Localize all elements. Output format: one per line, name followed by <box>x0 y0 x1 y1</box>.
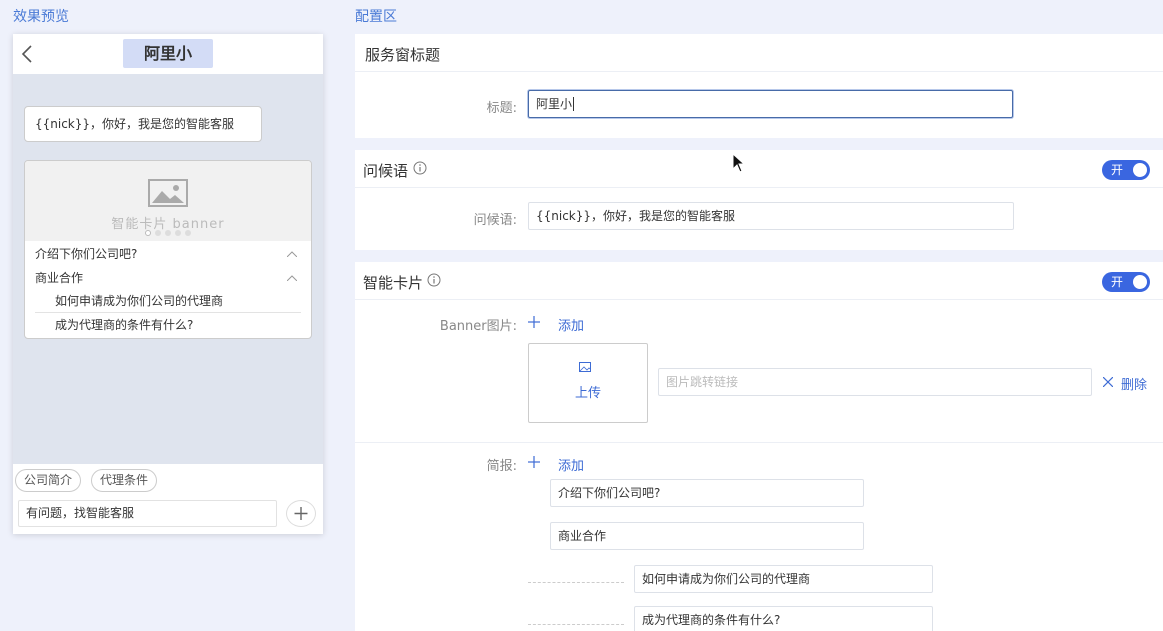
smart-card-toggle[interactable]: 开 <box>1102 272 1150 292</box>
image-link-input[interactable]: 图片跳转链接 <box>658 368 1092 396</box>
config-header: 配置区 <box>355 9 397 25</box>
back-arrow-icon[interactable] <box>19 44 37 64</box>
brief-sub-item-input[interactable]: 如何申请成为你们公司的代理商 <box>634 565 933 593</box>
carousel-dot[interactable] <box>175 230 181 236</box>
panel-title: 智能卡片 <box>363 274 424 292</box>
question-item[interactable]: 介绍下你们公司吧? <box>25 242 311 266</box>
close-icon[interactable] <box>1103 377 1113 387</box>
carousel-dot[interactable] <box>145 230 151 236</box>
brief-item-input[interactable]: 商业合作 <box>550 522 864 550</box>
chat-input[interactable]: 有问题，找智能客服 <box>18 500 277 527</box>
tree-connector <box>528 624 624 625</box>
carousel-dot[interactable] <box>185 230 191 236</box>
carousel-dot[interactable] <box>165 230 171 236</box>
title-input-value: 阿里小 <box>536 97 573 111</box>
toggle-label: 开 <box>1111 163 1124 177</box>
question-item[interactable]: 商业合作 <box>25 266 311 290</box>
mouse-cursor-icon <box>732 153 746 173</box>
quick-tag[interactable]: 代理条件 <box>91 469 158 492</box>
panel-header: 问候语 开 <box>355 150 1163 188</box>
plus-icon[interactable] <box>286 500 316 527</box>
upload-label: 上传 <box>574 386 601 401</box>
brief-item-input[interactable]: 介绍下你们公司吧? <box>550 479 864 507</box>
plus-icon[interactable] <box>528 316 540 328</box>
greeting-toggle[interactable]: 开 <box>1102 160 1150 180</box>
phone-title: 阿里小 <box>123 39 213 68</box>
brief-add-link[interactable]: 添加 <box>558 455 584 474</box>
card-banner: 智能卡片 banner <box>25 161 311 241</box>
brief-label: 简报: <box>486 459 517 474</box>
chevron-up-icon <box>287 251 297 257</box>
delete-link[interactable]: 删除 <box>1121 374 1147 393</box>
carousel-dot[interactable] <box>155 230 161 236</box>
smart-card-panel: 智能卡片 开 Banner图片: 添加 上传 图片跳转链接 删除 简报: 添加 … <box>355 262 1163 631</box>
sub-question-item[interactable]: 成为代理商的条件有什么? <box>35 313 301 337</box>
tree-connector <box>528 582 624 583</box>
toggle-knob <box>1133 275 1147 289</box>
quick-tag[interactable]: 公司简介 <box>15 469 82 492</box>
smart-card-preview: 智能卡片 banner 介绍下你们公司吧? 商业合作 如何申请成为你们公司的代理… <box>24 160 312 339</box>
service-title-panel: 服务窗标题 标题: 阿里小 <box>355 34 1163 138</box>
greeting-panel: 问候语 开 问候语: {{nick}}，你好，我是您的智能客服 <box>355 150 1163 250</box>
upload-image-icon <box>579 362 591 372</box>
panel-header: 服务窗标题 <box>355 34 1163 72</box>
divider <box>355 442 1163 443</box>
upload-box[interactable]: 上传 <box>528 343 648 423</box>
brief-sub-item-input[interactable]: 成为代理商的条件有什么? <box>634 606 933 631</box>
plus-icon[interactable] <box>528 456 540 468</box>
carousel-dots <box>25 230 311 238</box>
sub-question-item[interactable]: 如何申请成为你们公司的代理商 <box>35 289 301 313</box>
title-label: 标题: <box>486 101 517 116</box>
banner-add-link[interactable]: 添加 <box>558 315 584 334</box>
chevron-up-icon <box>287 275 297 281</box>
greeting-input[interactable]: {{nick}}，你好，我是您的智能客服 <box>528 202 1014 230</box>
title-input[interactable]: 阿里小 <box>528 90 1013 118</box>
panel-title: 问候语 <box>363 162 409 180</box>
panel-header: 智能卡片 开 <box>355 262 1163 300</box>
image-icon <box>148 179 188 207</box>
question-label: 介绍下你们公司吧? <box>35 247 138 261</box>
banner-image-label: Banner图片: <box>439 319 517 334</box>
toggle-label: 开 <box>1111 275 1124 289</box>
preview-header: 效果预览 <box>13 9 69 25</box>
info-icon[interactable] <box>427 273 441 287</box>
panel-title: 服务窗标题 <box>365 46 441 64</box>
phone-preview: 阿里小 {{nick}}，你好，我是您的智能客服 智能卡片 banner 介绍下… <box>13 34 323 534</box>
toggle-knob <box>1133 163 1147 177</box>
info-icon[interactable] <box>413 161 427 175</box>
greeting-bubble: {{nick}}，你好，我是您的智能客服 <box>24 106 262 142</box>
phone-header: 阿里小 <box>13 34 323 74</box>
question-label: 商业合作 <box>35 271 84 285</box>
phone-input-area: 公司简介 代理条件 有问题，找智能客服 <box>13 464 323 534</box>
greeting-label: 问候语: <box>473 213 517 228</box>
